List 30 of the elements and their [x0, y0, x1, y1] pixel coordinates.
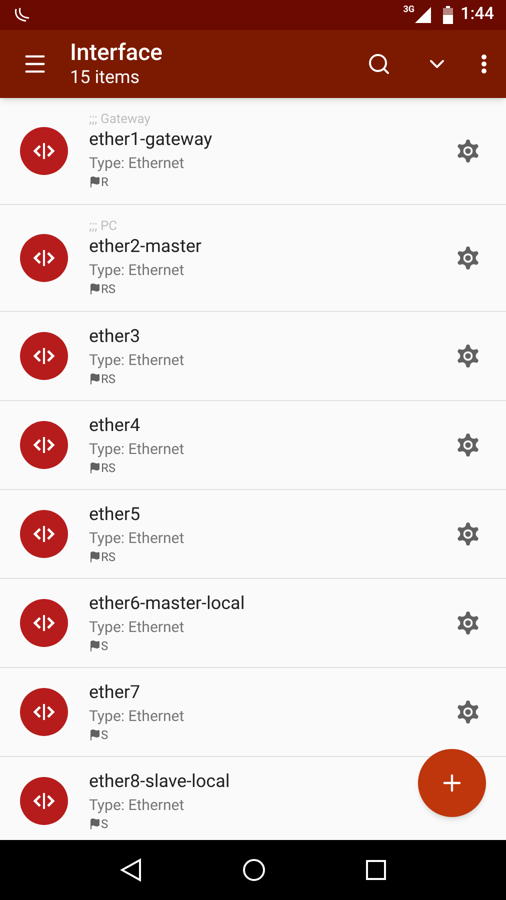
interface-name: ether4 [89, 414, 142, 438]
interface-type: Type: Ethernet [89, 617, 186, 638]
interface-name: ether5 [89, 503, 142, 527]
network-type: 3G [403, 6, 415, 15]
interface-type: Type: Ethernet [89, 795, 186, 816]
interface-type: Type: Ethernet [89, 350, 186, 371]
interface-type: Type: Ethernet [89, 153, 186, 174]
interface-flags: R [101, 174, 108, 190]
interface-comment: ;;; PC [89, 219, 118, 235]
interface-name: ether7 [89, 681, 142, 705]
interface-name: ether6-master-local [89, 592, 246, 616]
interface-flags: RS [101, 549, 116, 565]
interface-flags: S [101, 816, 108, 832]
interface-flags: RS [101, 371, 116, 387]
interface-type: Type: Ethernet [89, 260, 186, 281]
interface-name: ether1-gateway [89, 128, 214, 152]
interface-name: ether8-slave-local [89, 770, 231, 794]
interface-flags: RS [101, 460, 116, 476]
interface-name: ether3 [89, 325, 142, 349]
toolbar-subtitle: 15 items [70, 67, 141, 89]
interface-type: Type: Ethernet [89, 439, 186, 460]
interface-type: Type: Ethernet [89, 706, 186, 727]
interface-flags: S [101, 638, 108, 654]
interface-flags: S [101, 727, 108, 743]
interface-comment: ;;; Gateway [89, 112, 152, 128]
interface-type: Type: Ethernet [89, 528, 186, 549]
interface-flags: RS [101, 281, 116, 297]
interface-name: ether2-master [89, 235, 202, 259]
clock: 1:44 [460, 3, 494, 26]
toolbar-title: Interface [70, 39, 164, 67]
